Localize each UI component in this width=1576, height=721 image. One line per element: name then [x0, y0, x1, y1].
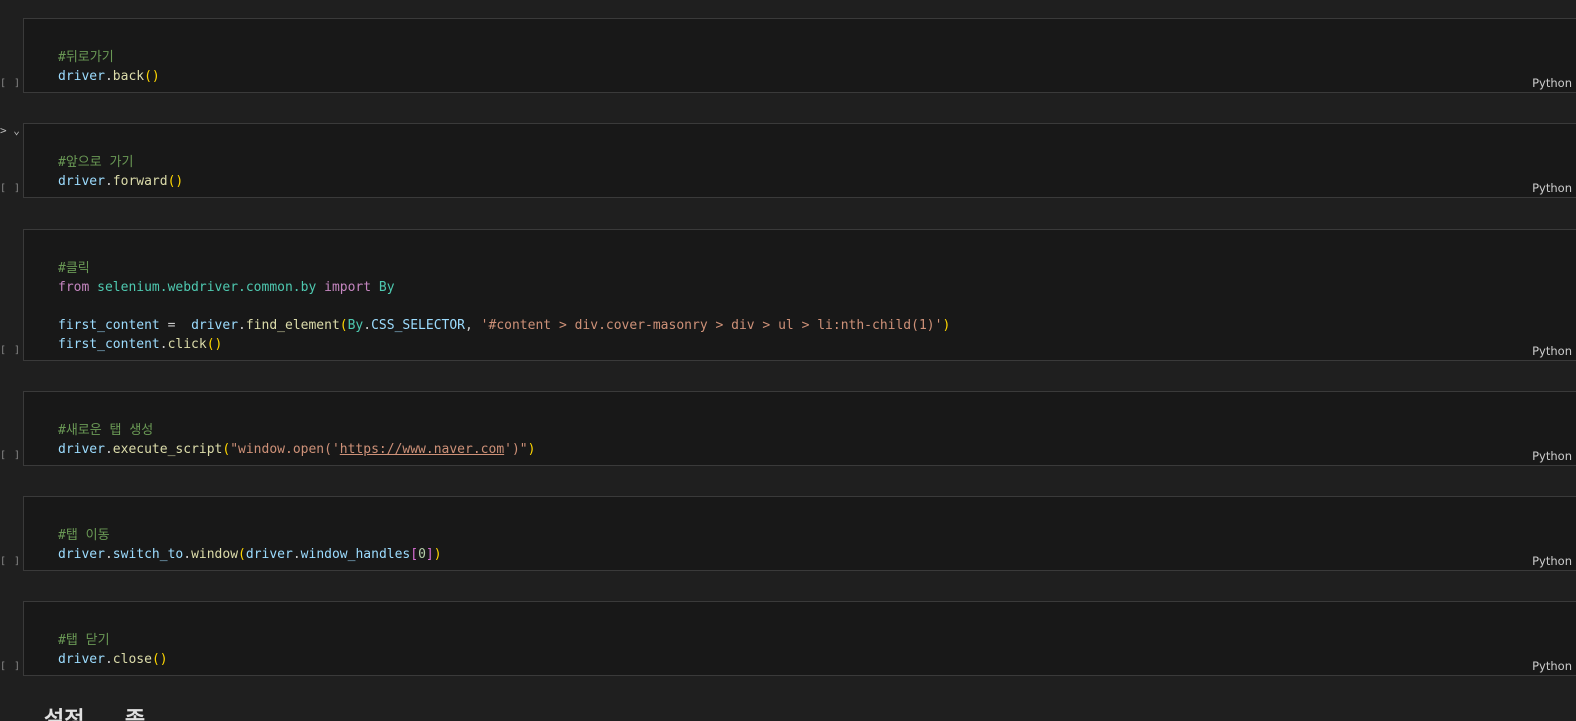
method: close	[112, 652, 152, 667]
language-label[interactable]: Python	[1532, 181, 1572, 195]
execution-count: [ ]	[0, 661, 22, 672]
code-cell-5[interactable]: #탭 이동 driver.switch_to.window(driver.wind…	[23, 496, 1576, 571]
identifier: driver	[58, 652, 105, 667]
comment: #뒤로가기	[58, 50, 114, 65]
comment: #탭 이동	[58, 528, 110, 543]
identifier: driver	[191, 318, 239, 333]
imported-name: By	[378, 280, 395, 295]
identifier: driver	[58, 442, 105, 457]
attribute: switch_to	[112, 547, 184, 562]
variable: first_content	[58, 337, 160, 352]
attribute: window_handles	[300, 547, 411, 562]
code-editor[interactable]: #뒤로가기 driver.back()	[58, 29, 160, 124]
identifier: driver	[58, 547, 105, 562]
execution-count: [ ]	[0, 450, 22, 461]
language-label[interactable]: Python	[1532, 344, 1572, 358]
markdown-heading-partial: 설정 ... 종	[44, 708, 146, 721]
code-cell-2[interactable]: #앞으로 가기 driver.forward() Python	[23, 123, 1576, 198]
code-editor[interactable]: #클릭 from selenium.webdriver.common.by imp…	[58, 240, 950, 392]
code-editor[interactable]: #탭 이동 driver.switch_to.window(driver.wind…	[58, 507, 442, 602]
comment: #새로운 탭 생성	[58, 423, 154, 438]
execution-count: [ ]	[0, 556, 22, 567]
method: find_element	[245, 318, 340, 333]
method: window	[191, 547, 239, 562]
string-literal: '#content > div.cover-masonry > div > ul…	[480, 318, 943, 333]
url-link[interactable]: https://www.naver.com	[340, 442, 504, 457]
code-editor[interactable]: #새로운 탭 생성 driver.execute_script("window.o…	[58, 402, 535, 497]
keyword-import: import	[324, 280, 372, 295]
string-literal: "window.open('	[230, 442, 340, 457]
language-label[interactable]: Python	[1532, 76, 1572, 90]
string-literal: ')"	[504, 442, 528, 457]
method: forward	[112, 174, 168, 189]
code-cell-4[interactable]: #새로운 탭 생성 driver.execute_script("window.o…	[23, 391, 1576, 466]
method: back	[112, 69, 145, 84]
identifier: driver	[58, 174, 105, 189]
language-label[interactable]: Python	[1532, 449, 1572, 463]
attribute: CSS_SELECTOR	[371, 318, 466, 333]
code-editor[interactable]: #앞으로 가기 driver.forward()	[58, 134, 183, 229]
method: click	[167, 337, 207, 352]
language-label[interactable]: Python	[1532, 554, 1572, 568]
variable: first_content	[58, 318, 160, 333]
language-label[interactable]: Python	[1532, 659, 1572, 673]
comment: #클릭	[58, 261, 90, 276]
execution-count: [ ]	[0, 78, 22, 89]
comment: #탭 닫기	[58, 633, 110, 648]
number-literal: 0	[418, 547, 426, 562]
comment: #앞으로 가기	[58, 155, 134, 170]
code-editor[interactable]: #탭 닫기 driver.close()	[58, 612, 168, 707]
code-cell-1[interactable]: #뒤로가기 driver.back() Python	[23, 18, 1576, 93]
module-name: selenium.webdriver.common.by	[97, 280, 317, 295]
chevron-down-icon[interactable]: > ⌄	[0, 124, 22, 140]
code-cell-6[interactable]: #탭 닫기 driver.close() Python	[23, 601, 1576, 676]
identifier: driver	[245, 547, 293, 562]
class-name: By	[347, 318, 364, 333]
method: execute_script	[112, 442, 223, 457]
code-cell-3[interactable]: #클릭 from selenium.webdriver.common.by imp…	[23, 229, 1576, 361]
execution-count: [ ]	[0, 345, 22, 356]
execution-count: [ ]	[0, 183, 22, 194]
keyword-from: from	[58, 280, 90, 295]
identifier: driver	[58, 69, 105, 84]
